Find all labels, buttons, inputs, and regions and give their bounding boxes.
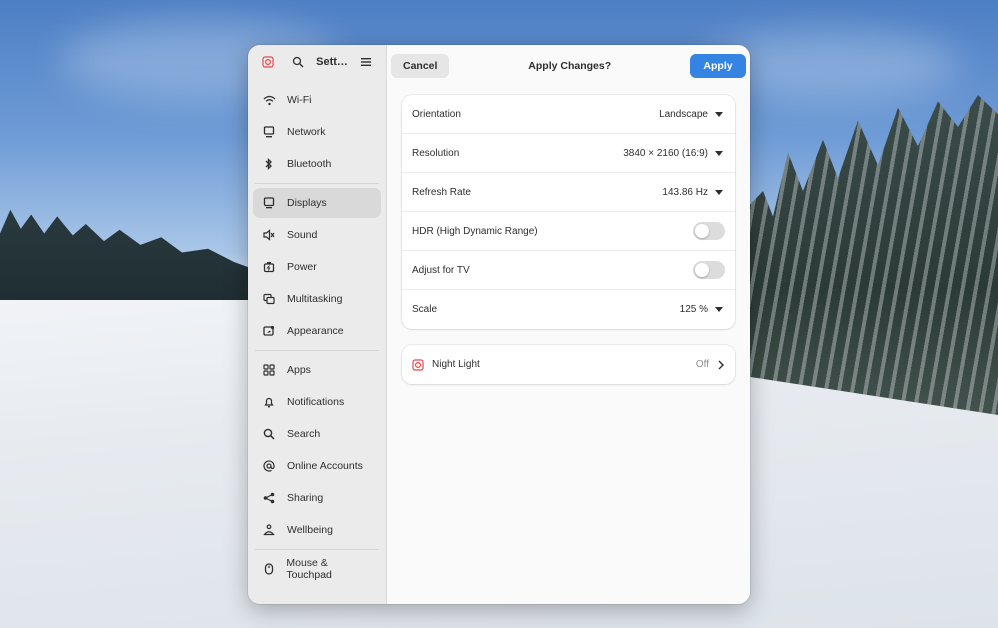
- sidebar-item-displays[interactable]: Displays: [253, 188, 381, 218]
- sidebar-header: Sett…: [248, 45, 386, 79]
- night-light-label: Night Light: [432, 359, 480, 370]
- main-content: Cancel Apply Changes? Apply Orientation …: [387, 45, 750, 604]
- sidebar-item-label: Search: [287, 428, 321, 440]
- sidebar-item-label: Online Accounts: [287, 460, 363, 472]
- power-icon: [262, 260, 276, 274]
- orientation-row[interactable]: Orientation Landscape: [402, 95, 735, 134]
- appearance-icon: [262, 324, 276, 338]
- scale-value: 125 %: [679, 304, 708, 315]
- bluetooth-icon: [262, 157, 276, 171]
- refresh-rate-label: Refresh Rate: [412, 186, 471, 198]
- sidebar-item-appearance[interactable]: Appearance: [253, 316, 381, 346]
- sidebar-item-label: Wi-Fi: [287, 94, 312, 106]
- wallpaper-forest-left: [0, 209, 260, 300]
- sidebar-item-network[interactable]: Network: [253, 117, 381, 147]
- header-bar: Cancel Apply Changes? Apply: [387, 49, 750, 83]
- sidebar-item-wifi[interactable]: Wi-Fi: [253, 85, 381, 115]
- apps-icon: [262, 363, 276, 377]
- settings-window: Sett… Wi-Fi Network Bluetooth Displays S…: [248, 45, 750, 604]
- hamburger-menu-icon[interactable]: [354, 50, 378, 74]
- sidebar-item-label: Sharing: [287, 492, 324, 504]
- wellbeing-icon: [262, 523, 276, 537]
- refresh-rate-row[interactable]: Refresh Rate 143.86 Hz: [402, 173, 735, 212]
- mouse-icon: [262, 562, 275, 576]
- sidebar: Sett… Wi-Fi Network Bluetooth Displays S…: [248, 45, 387, 604]
- chevron-right-icon[interactable]: [717, 360, 725, 370]
- sound-icon: [262, 228, 276, 242]
- sidebar-item-label: Multitasking: [287, 293, 343, 305]
- adjust-tv-row: Adjust for TV: [402, 251, 735, 290]
- sidebar-item-power[interactable]: Power: [253, 252, 381, 282]
- cancel-button[interactable]: Cancel: [391, 54, 450, 78]
- night-light-status: Off: [695, 359, 709, 370]
- sidebar-item-apps[interactable]: Apps: [253, 355, 381, 385]
- share-icon: [262, 491, 276, 505]
- at-icon: [262, 459, 276, 473]
- display-settings-list: Orientation Landscape Resolution 3840 × …: [402, 95, 735, 329]
- resolution-row[interactable]: Resolution 3840 × 2160 (16:9): [402, 134, 735, 173]
- sidebar-title: Sett…: [316, 56, 348, 68]
- sidebar-item-label: Mouse & Touchpad: [286, 557, 332, 581]
- search-icon[interactable]: [286, 50, 310, 74]
- sidebar-item-notifications[interactable]: Notifications: [253, 387, 381, 417]
- night-light-list: Night Light Off: [402, 345, 735, 384]
- bell-icon: [262, 395, 276, 409]
- multitasking-icon: [262, 292, 276, 306]
- toggle-knob: [695, 224, 709, 238]
- sidebar-divider: [255, 350, 379, 351]
- sidebar-item-sharing[interactable]: Sharing: [253, 483, 381, 513]
- sidebar-item-label: Apps: [287, 364, 311, 376]
- night-light-row[interactable]: Night Light Off: [402, 345, 735, 384]
- hdr-row: HDR (High Dynamic Range): [402, 212, 735, 251]
- night-light-icon: [412, 358, 424, 371]
- sidebar-item-label: Wellbeing: [287, 524, 333, 536]
- sidebar-item-multitasking[interactable]: Multitasking: [253, 284, 381, 314]
- chevron-down-icon[interactable]: [715, 111, 723, 117]
- sidebar-divider: [255, 549, 379, 550]
- sidebar-item-bluetooth[interactable]: Bluetooth: [253, 149, 381, 179]
- wallpaper-forest-right: [748, 95, 998, 415]
- sidebar-item-label: Sound: [287, 229, 318, 241]
- sidebar-nav: Wi-Fi Network Bluetooth Displays Sound P…: [248, 79, 386, 590]
- settings-app-icon: [256, 50, 280, 74]
- page-title: Apply Changes?: [528, 60, 612, 72]
- sidebar-item-wellbeing[interactable]: Wellbeing: [253, 515, 381, 545]
- sidebar-divider: [255, 183, 379, 184]
- search-icon: [262, 427, 276, 441]
- adjust-tv-toggle[interactable]: [693, 261, 725, 279]
- sidebar-item-label: Power: [287, 261, 317, 273]
- network-icon: [262, 125, 276, 139]
- sidebar-item-label: Bluetooth: [287, 158, 332, 170]
- refresh-rate-value: 143.86 Hz: [662, 186, 708, 198]
- toggle-knob: [695, 263, 709, 277]
- sidebar-item-sound[interactable]: Sound: [253, 220, 381, 250]
- hdr-label: HDR (High Dynamic Range): [412, 225, 538, 237]
- sidebar-item-label: Displays: [287, 197, 327, 209]
- sidebar-item-mouse-touchpad[interactable]: Mouse & Touchpad: [253, 554, 381, 584]
- chevron-down-icon[interactable]: [715, 189, 723, 195]
- scale-row[interactable]: Scale 125 %: [402, 290, 735, 329]
- hdr-toggle[interactable]: [693, 222, 725, 240]
- orientation-label: Orientation: [412, 108, 461, 120]
- sidebar-item-label: Notifications: [287, 396, 345, 408]
- resolution-value: 3840 × 2160 (16:9): [623, 147, 708, 159]
- apply-button[interactable]: Apply: [690, 54, 746, 78]
- scale-label: Scale: [412, 304, 438, 315]
- chevron-down-icon[interactable]: [715, 150, 723, 156]
- adjust-tv-label: Adjust for TV: [412, 264, 470, 276]
- sidebar-item-search[interactable]: Search: [253, 419, 381, 449]
- resolution-label: Resolution: [412, 147, 460, 159]
- display-icon: [262, 196, 276, 210]
- orientation-value: Landscape: [659, 108, 708, 120]
- sidebar-item-online-accounts[interactable]: Online Accounts: [253, 451, 381, 481]
- sidebar-item-label: Network: [287, 126, 326, 138]
- wifi-icon: [262, 93, 276, 107]
- chevron-down-icon[interactable]: [715, 307, 723, 312]
- sidebar-item-label: Appearance: [287, 325, 344, 337]
